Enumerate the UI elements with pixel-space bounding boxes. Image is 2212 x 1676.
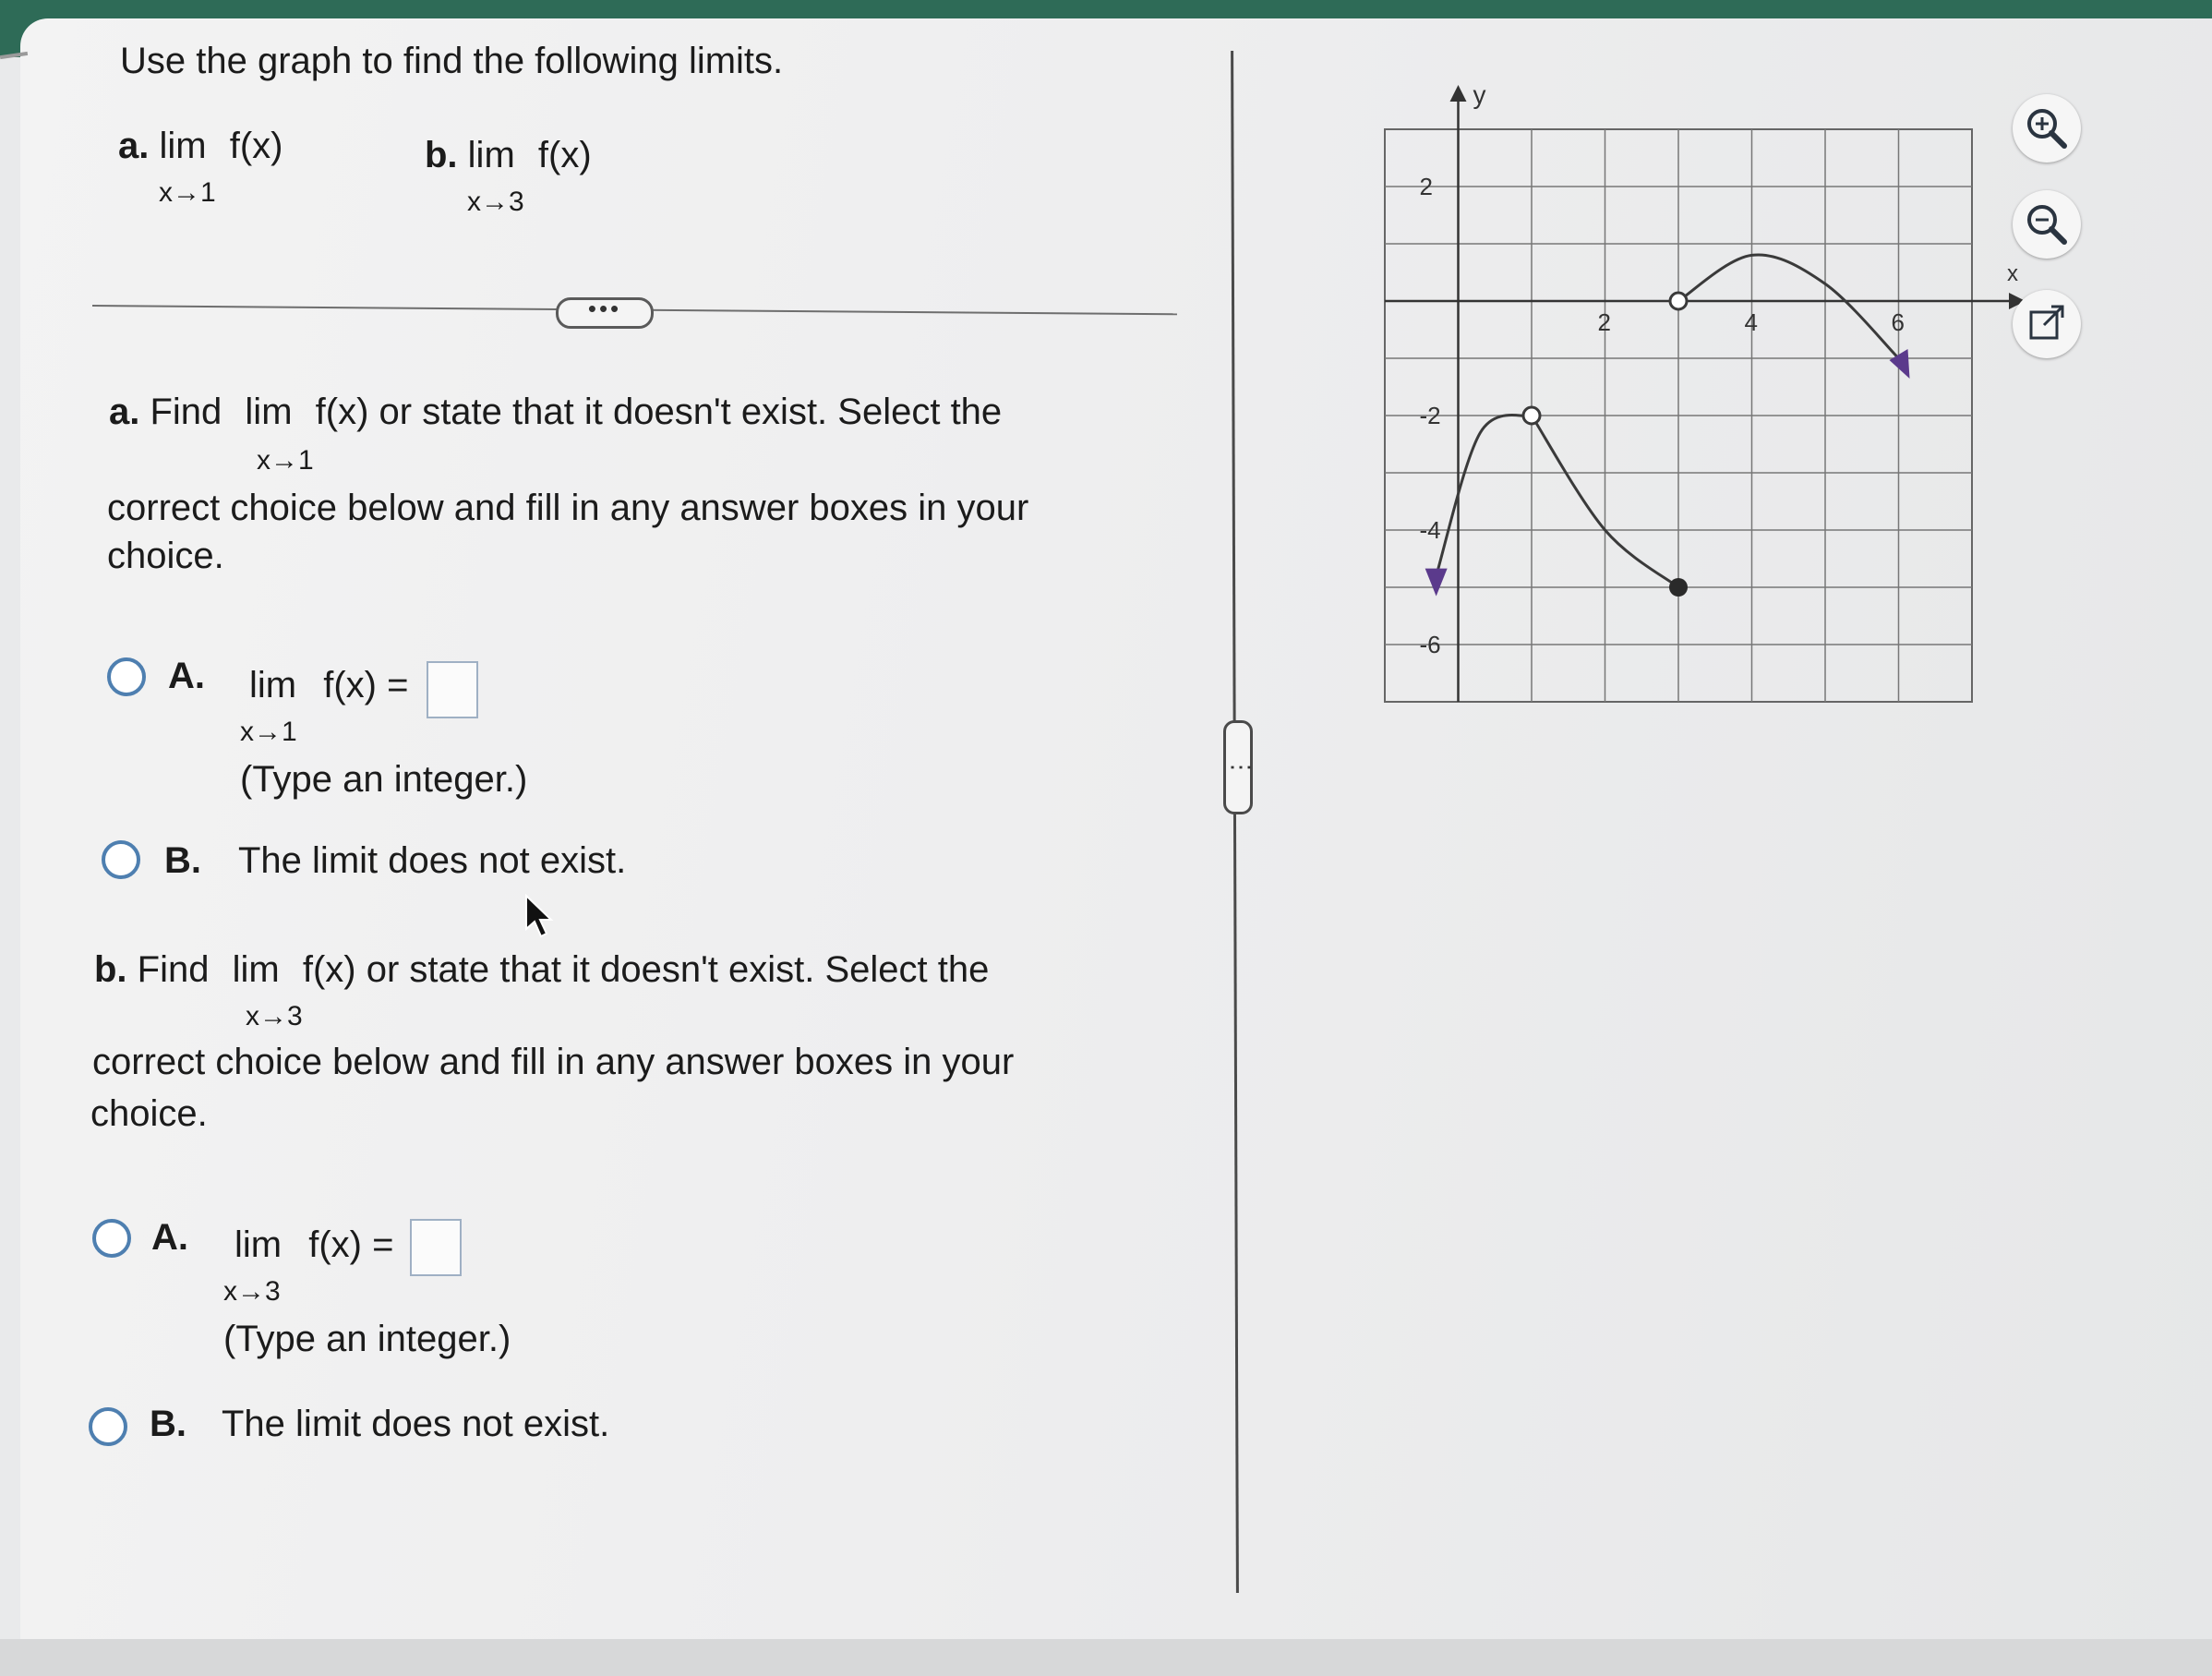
part-b-letter: b. — [94, 949, 127, 990]
summary-part-b: b. lim f(x) — [425, 135, 592, 176]
y-tick-label: -6 — [1420, 631, 1441, 658]
part-a-choice-a-hint: (Type an integer.) — [240, 759, 528, 800]
graph-curves — [1435, 253, 1900, 589]
part-b-prompt-line1: b. Find lim f(x) or state that it doesn'… — [94, 949, 989, 991]
open-point — [1668, 291, 1689, 311]
open-new-window-button[interactable] — [2013, 290, 2081, 358]
part-a-choice-a-sub: x→1 — [240, 717, 297, 747]
part-b-rest: f(x) or state that it doesn't exist. Sel… — [302, 949, 990, 990]
part-a-letter: a. — [109, 392, 140, 432]
graph-grid — [1384, 128, 1973, 703]
external-link-icon — [2029, 305, 2064, 340]
part-b-find: Find — [137, 949, 210, 990]
zoom-out-button[interactable] — [2013, 190, 2081, 259]
panel-resize-handle[interactable]: ⋮ — [1223, 720, 1256, 814]
part-b-choice-a-func: f(x) = — [308, 1224, 394, 1265]
mouse-cursor-icon — [525, 894, 554, 938]
part-b-answer-box[interactable] — [410, 1219, 462, 1276]
part-a-choice-a-label: A. — [168, 656, 205, 696]
part-b-prompt-line2: correct choice below and fill in any ans… — [92, 1042, 1015, 1082]
summary-b-lim: lim — [467, 135, 515, 175]
expand-ellipsis-button[interactable]: ••• — [556, 296, 654, 329]
part-a-lim: lim — [245, 392, 293, 432]
part-b-choice-a-label: A. — [151, 1217, 188, 1258]
part-a-sub: x→1 — [257, 445, 314, 476]
part-a-choice-a-radio[interactable] — [107, 657, 146, 696]
summary-a-letter: a. — [118, 126, 150, 166]
zoom-out-icon — [2027, 205, 2067, 245]
part-b-choice-b-text: The limit does not exist. — [222, 1404, 610, 1444]
curve-right-branch — [1677, 253, 1900, 360]
part-a-find: Find — [150, 392, 222, 432]
part-a-prompt-line1: a. Find lim f(x) or state that it doesn'… — [109, 392, 1002, 433]
bottom-bar — [0, 1639, 2212, 1676]
part-a-answer-box[interactable] — [427, 661, 478, 718]
x-tick-label: 6 — [1892, 308, 1905, 336]
part-b-choice-a-expr: lim f(x) = — [234, 1224, 393, 1266]
zoom-in-button[interactable] — [2013, 94, 2081, 163]
x-axis-label: x — [2007, 261, 2018, 286]
y-tick-label: 2 — [1420, 173, 1433, 200]
part-a-rest: f(x) or state that it doesn't exist. Sel… — [315, 392, 1003, 432]
part-a-choice-a-expr: lim f(x) = — [249, 665, 408, 706]
y-axis-label: y — [1473, 80, 1486, 109]
closed-point — [1669, 578, 1688, 597]
part-b-choice-a-radio[interactable] — [92, 1219, 131, 1258]
y-tick-label: -4 — [1420, 516, 1441, 544]
curve-left-branch — [1435, 414, 1533, 577]
part-a-prompt-line2: correct choice below and fill in any ans… — [107, 488, 1029, 528]
summary-part-a: a. lim f(x) — [118, 126, 283, 167]
summary-b-sub: x→3 — [467, 187, 524, 217]
part-b-choice-a-hint: (Type an integer.) — [223, 1319, 511, 1359]
part-b-choice-b-radio[interactable] — [89, 1407, 127, 1446]
part-a-prompt-line3: choice. — [107, 536, 224, 576]
part-b-choice-a-sub: x→3 — [223, 1276, 281, 1307]
part-b-choice-a-lim: lim — [234, 1224, 283, 1265]
part-a-choice-a-func: f(x) = — [323, 665, 409, 705]
part-b-choice-b-label: B. — [150, 1404, 186, 1444]
part-a-choice-a-lim: lim — [249, 665, 297, 705]
left-end-arrow-icon — [1425, 568, 1448, 597]
part-b-sub: x→3 — [246, 1001, 303, 1031]
part-b-prompt-line3: choice. — [90, 1093, 208, 1134]
y-axis-arrow-icon — [1449, 85, 1467, 102]
x-tick-label: 4 — [1745, 308, 1758, 336]
graph-points — [1425, 291, 1910, 597]
summary-b-func: f(x) — [537, 135, 592, 175]
y-tick-label: -2 — [1420, 402, 1441, 429]
summary-b-letter: b. — [425, 135, 458, 175]
zoom-in-icon — [2027, 109, 2067, 149]
instructions-text: Use the graph to find the following limi… — [120, 41, 784, 81]
part-a-choice-b-text: The limit does not exist. — [238, 840, 627, 881]
function-graph: x y 2 4 6 2 -2 -4 -6 — [1384, 80, 2026, 703]
graph-labels: x y 2 4 6 2 -2 -4 -6 — [1420, 80, 2019, 658]
summary-a-func: f(x) — [229, 126, 283, 166]
graph-axes — [1385, 85, 2026, 702]
part-a-choice-b-label: B. — [164, 840, 201, 881]
part-a-choice-b-radio[interactable] — [102, 840, 140, 879]
summary-a-lim: lim — [159, 126, 207, 166]
open-point — [1521, 405, 1542, 426]
summary-a-sub: x→1 — [159, 177, 216, 208]
x-tick-label: 2 — [1598, 308, 1611, 336]
part-b-lim: lim — [232, 949, 280, 990]
